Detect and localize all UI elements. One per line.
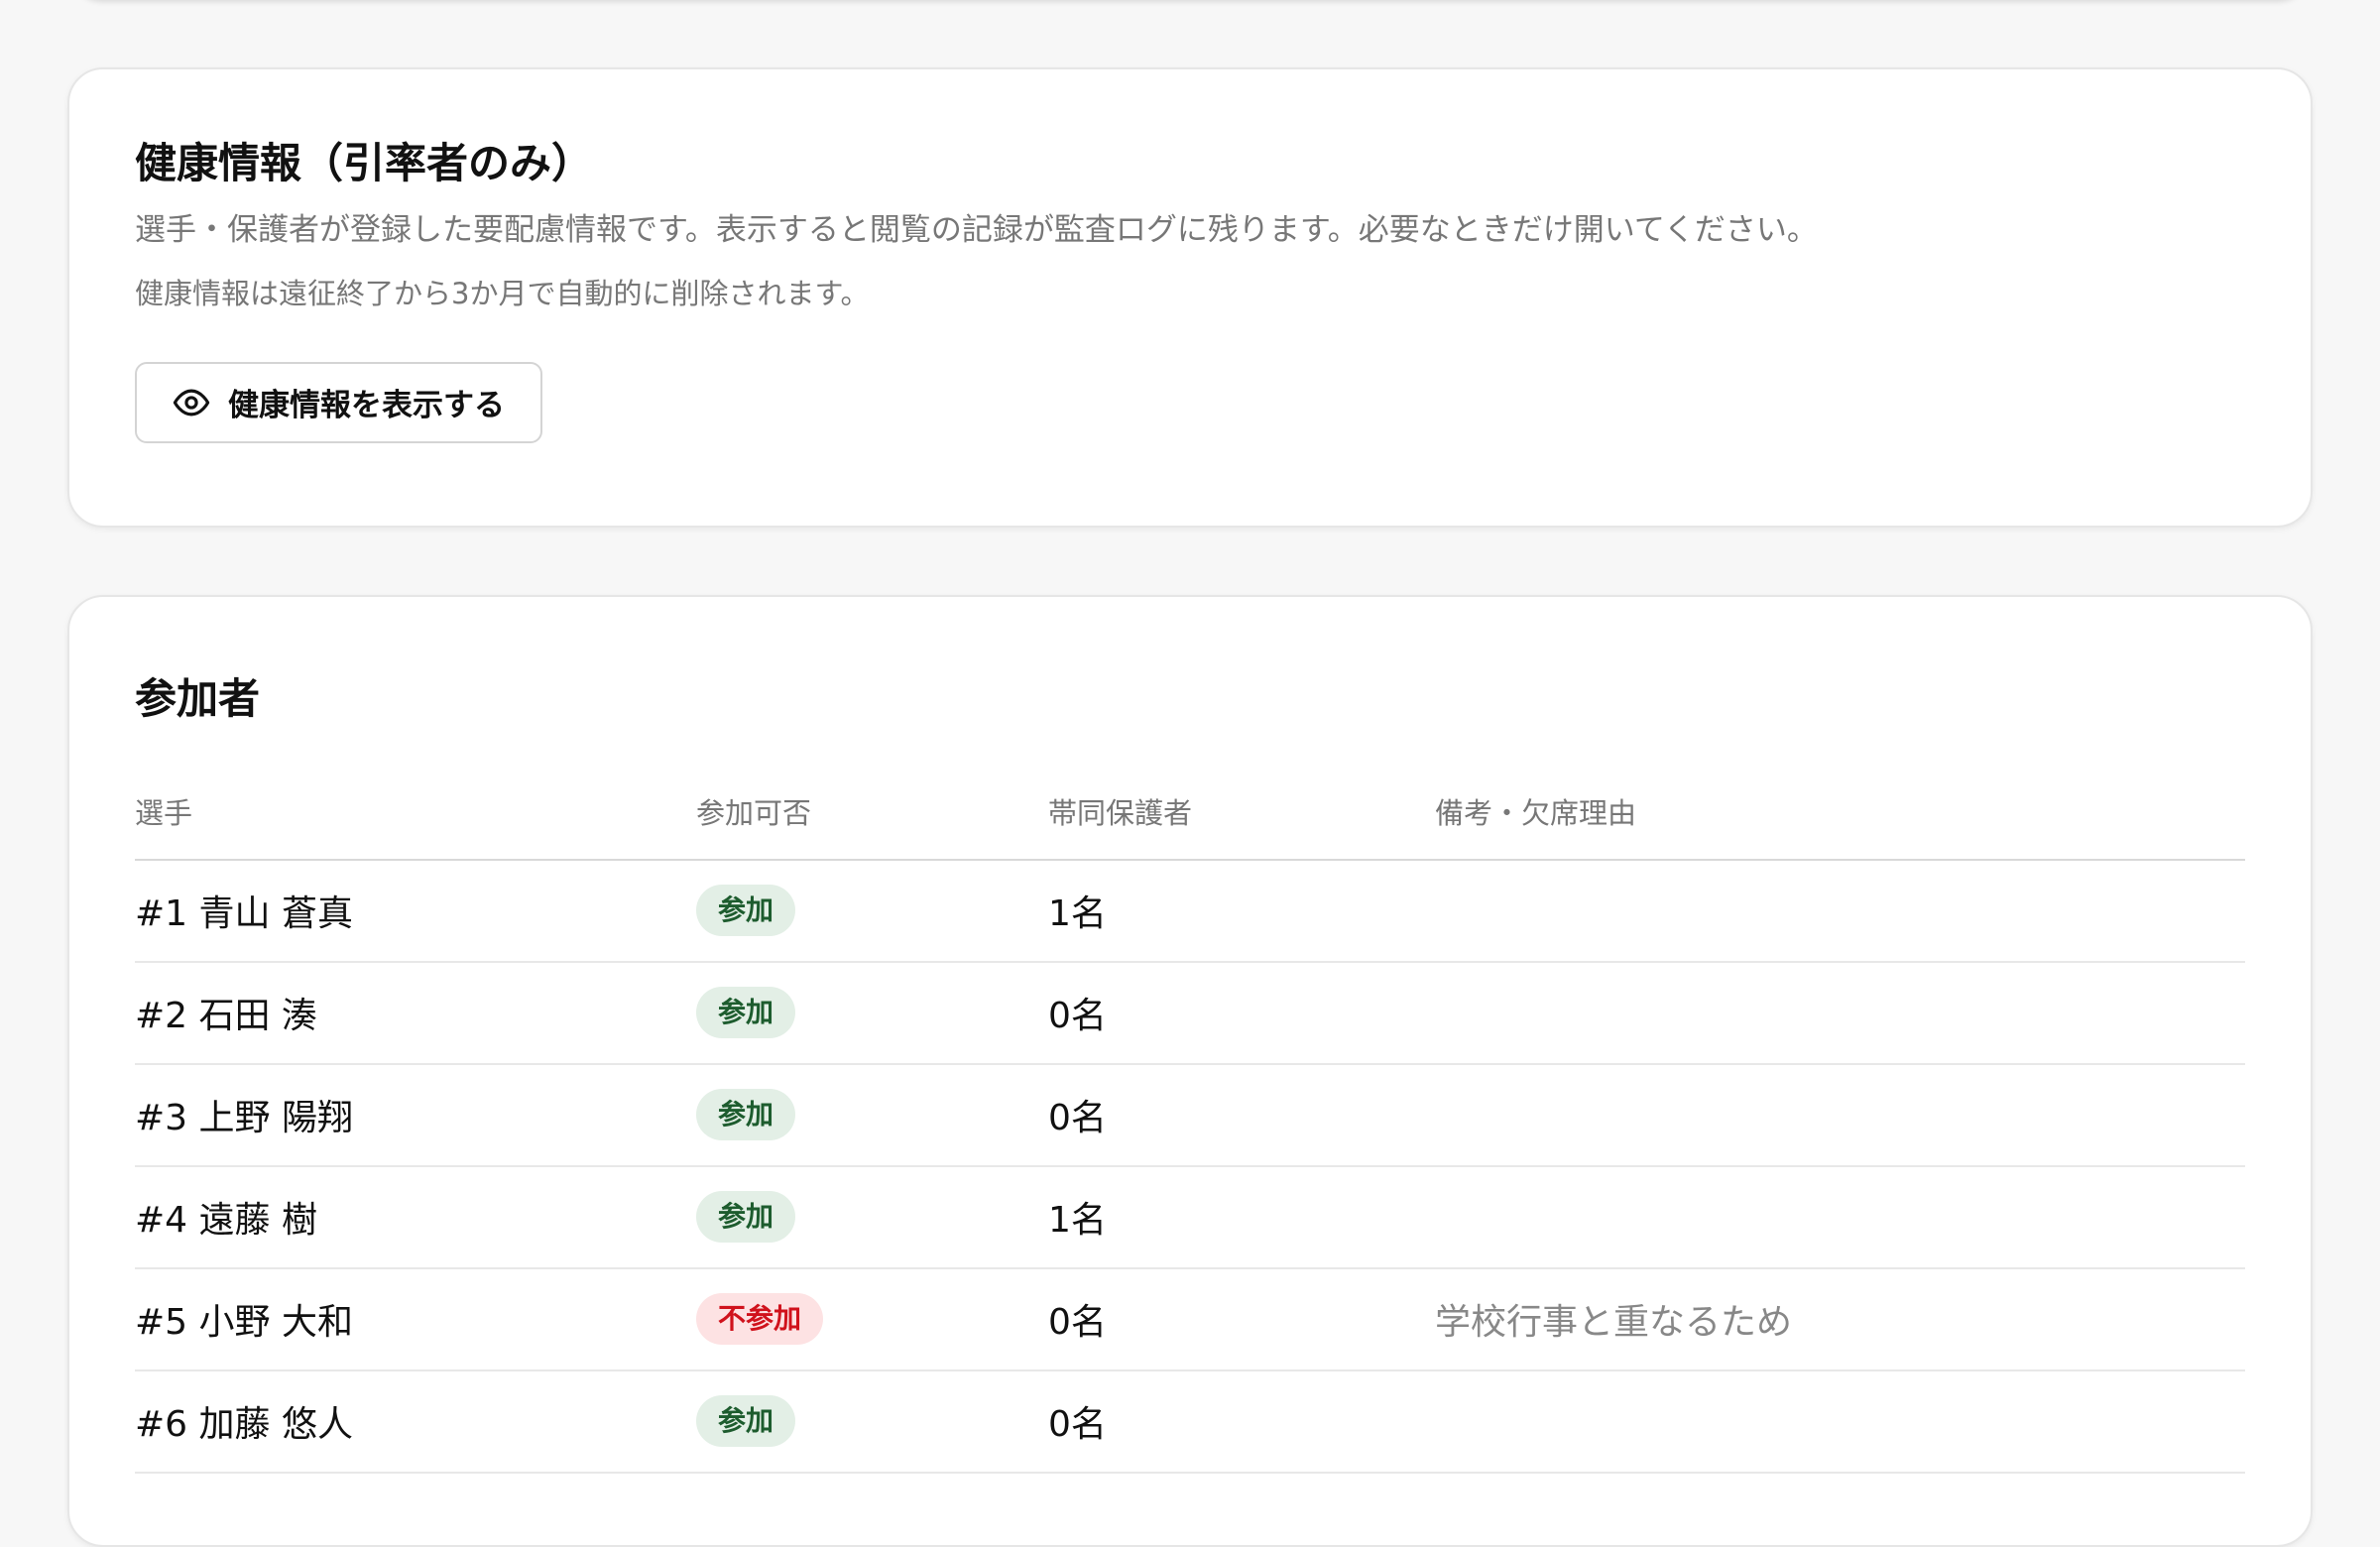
table-row: #3 上野 陽翔 参加 0名 xyxy=(135,1063,2245,1167)
participants-card: 参加者 選手 参加可否 帯同保護者 備考・欠席理由 #1 青山 蒼真 参加 1名 #2… xyxy=(67,595,2313,1547)
table-row: #4 遠藤 樹参加 1名 xyxy=(135,1165,2245,1269)
player-name: #5 小野 大和 xyxy=(135,1267,696,1371)
absence-reason xyxy=(1435,1369,2245,1474)
column-header-guardians: 帯同保護者 xyxy=(1048,764,1435,861)
absence-reason xyxy=(1435,859,2245,963)
attendance-cell: 参加 xyxy=(696,961,1048,1065)
attendance-status-badge: 不参加 xyxy=(696,1292,824,1346)
guardian-count: 1名 xyxy=(1048,1165,1435,1269)
absence-reason xyxy=(1435,1063,2245,1167)
attendance-cell: 不参加 xyxy=(696,1267,1048,1371)
table-row: #5 小野 大和 不参加 0名 学校行事と重なるため xyxy=(135,1267,2245,1371)
participants-title: 参加者 xyxy=(135,674,261,723)
health-info-description: 選手・保護者が登録した要配慮情報です。表示すると閲覧の記録が監査ログに残ります。… xyxy=(135,211,1818,248)
absence-reason: 学校行事と重なるため xyxy=(1435,1267,2245,1371)
health-info-card: 健康情報（引率者のみ） 選手・保護者が登録した要配慮情報です。表示すると閲覧の記… xyxy=(67,67,2313,528)
absence-reason xyxy=(1435,1165,2245,1269)
show-health-info-button[interactable]: 健康情報を表示する xyxy=(135,361,542,443)
player-name: #1 青山 蒼真 xyxy=(135,859,696,963)
table-row: #6 加藤 悠人 参加 0名 xyxy=(135,1369,2245,1474)
table-row: #1 青山 蒼真 参加 1名 xyxy=(135,859,2245,963)
health-info-retention-note: 健康情報は遠征終了から3か月で自動的に削除されます。 xyxy=(135,276,870,310)
guardian-count: 0名 xyxy=(1048,1369,1435,1474)
table-header-row: 選手 参加可否 帯同保護者 備考・欠席理由 xyxy=(135,764,2245,861)
attendance-status-badge: 参加 xyxy=(696,1190,796,1244)
column-header-attendance: 参加可否 xyxy=(696,764,1048,861)
guardian-count: 0名 xyxy=(1048,961,1435,1065)
column-header-notes: 備考・欠席理由 xyxy=(1435,764,2245,861)
guardian-count: 0名 xyxy=(1048,1267,1435,1371)
health-info-title: 健康情報（引率者のみ） xyxy=(135,139,594,187)
attendance-cell: 参加 xyxy=(696,1369,1048,1474)
player-name: #6 加藤 悠人 xyxy=(135,1369,696,1474)
absence-reason xyxy=(1435,961,2245,1065)
participants-table: 選手 参加可否 帯同保護者 備考・欠席理由 #1 青山 蒼真 参加 1名 #2 石田 … xyxy=(135,764,2245,1474)
attendance-status-badge: 参加 xyxy=(696,1394,796,1448)
attendance-cell: 参加 xyxy=(696,859,1048,963)
player-name: #3 上野 陽翔 xyxy=(135,1063,696,1167)
player-name: #4 遠藤 樹 xyxy=(135,1165,696,1269)
attendance-status-badge: 参加 xyxy=(696,1088,796,1141)
attendance-status-badge: 参加 xyxy=(696,986,796,1039)
show-health-info-label: 健康情報を表示する xyxy=(228,388,505,424)
eye-icon xyxy=(173,384,210,421)
table-row: #2 石田 湊参加 0名 xyxy=(135,961,2245,1065)
guardian-count: 0名 xyxy=(1048,1063,1435,1167)
attendance-cell: 参加 xyxy=(696,1063,1048,1167)
column-header-player: 選手 xyxy=(135,764,696,861)
player-name: #2 石田 湊 xyxy=(135,961,696,1065)
attendance-status-badge: 参加 xyxy=(696,884,796,937)
attendance-cell: 参加 xyxy=(696,1165,1048,1269)
guardian-count: 1名 xyxy=(1048,859,1435,963)
